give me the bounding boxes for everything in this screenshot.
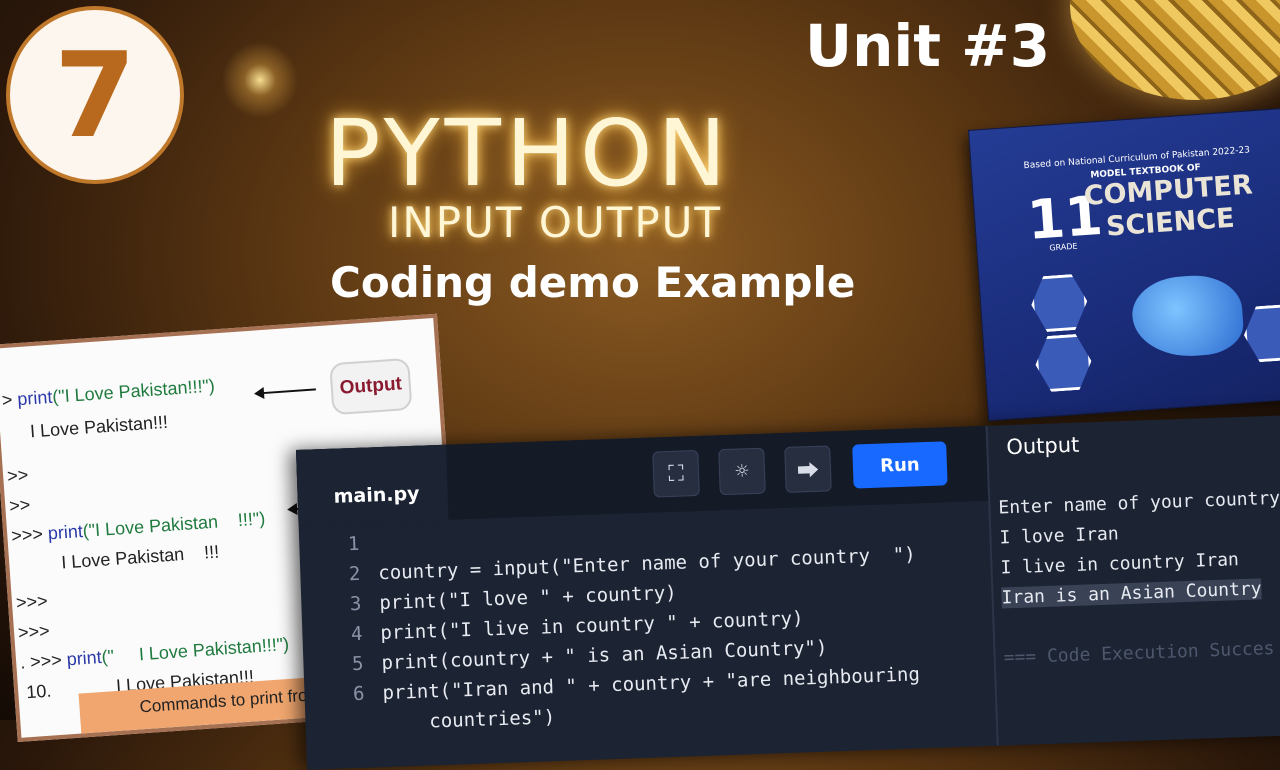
code-editor-window: main.py ⛶ ☼ ⮕ Run 1 2 country = input("En… xyxy=(296,414,1280,770)
tab-main-py[interactable]: main.py xyxy=(296,444,449,525)
unit-label: Unit #3 xyxy=(805,12,1051,80)
title-coding-demo: Coding demo Example xyxy=(330,258,856,307)
board-footer-text: Commands to print from xyxy=(138,684,323,717)
hexagon-image xyxy=(1034,333,1094,393)
board-line: > print("I Love Pakistan!!!") xyxy=(1,375,216,411)
episode-number: 7 xyxy=(53,26,137,164)
output-panel: Output Enter name of your country I love… xyxy=(985,414,1280,746)
output-line-highlighted: Iran is an Asian Country xyxy=(1001,578,1262,609)
book-grade-label: GRADE xyxy=(1049,241,1078,253)
episode-number-badge: 7 xyxy=(6,6,184,184)
run-button[interactable]: Run xyxy=(852,441,948,489)
share-button[interactable]: ⮕ xyxy=(784,445,832,493)
star-glow xyxy=(215,35,305,125)
disco-ball xyxy=(1070,0,1280,100)
sun-icon: ☼ xyxy=(734,458,750,485)
title-python: PYTHON xyxy=(325,100,732,207)
arrow-left-icon xyxy=(255,388,316,395)
theme-toggle-button[interactable]: ☼ xyxy=(718,447,766,496)
output-line: I love Iran xyxy=(999,523,1120,549)
fullscreen-icon: ⛶ xyxy=(667,460,685,487)
hexagon-image xyxy=(1029,273,1089,333)
fullscreen-button[interactable]: ⛶ xyxy=(652,449,700,498)
board-output-label: Output xyxy=(329,357,413,416)
board-line: >>> xyxy=(15,590,49,613)
textbook-cover: Based on National Curriculum of Pakistan… xyxy=(968,106,1280,422)
output-line: Enter name of your country xyxy=(998,487,1280,519)
share-icon: ⮕ xyxy=(796,458,820,485)
board-line: >> xyxy=(8,494,31,517)
board-line: >>> print("I Love Pakistan !!!") xyxy=(10,508,266,546)
board-line-number: 10. xyxy=(25,680,52,703)
output-status-line: === Code Execution Succes xyxy=(1003,637,1275,669)
output-line: I live in country Iran xyxy=(1000,549,1240,579)
board-line: I Love Pakistan!!! xyxy=(29,411,169,442)
hexagon-image xyxy=(1242,303,1280,363)
code-line: 1 xyxy=(347,532,360,556)
board-line: >> xyxy=(6,464,29,487)
output-title: Output xyxy=(1005,432,1080,460)
code-area[interactable]: 1 2 country = input("Enter name of your c… xyxy=(299,501,997,770)
dolphin-illustration xyxy=(1129,272,1246,360)
board-line: I Love Pakistan !!! xyxy=(60,541,220,573)
board-line: >>> xyxy=(17,620,51,643)
tab-label: main.py xyxy=(333,482,420,508)
title-input-output: INPUT OUTPUT xyxy=(388,198,723,247)
